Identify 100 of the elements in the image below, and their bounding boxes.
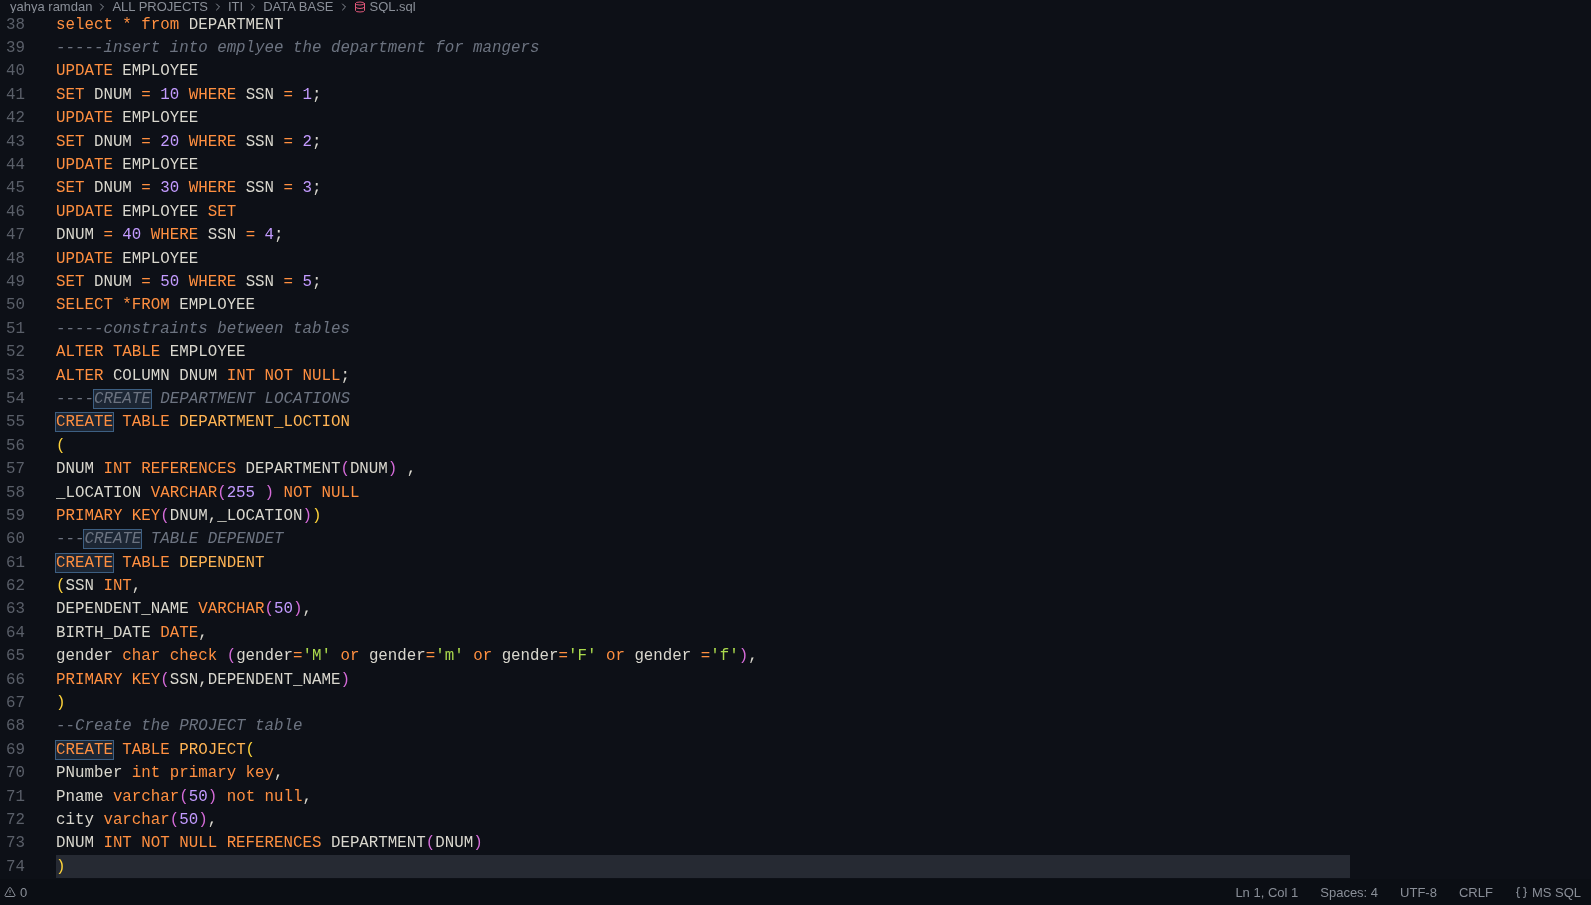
code-token: 255 [226,483,257,502]
code-token: gender [236,647,293,666]
match-highlight: CREATE [56,413,113,432]
language-mode[interactable]: MS SQL [1531,884,1581,900]
match-highlight: CREATE [56,740,113,759]
code-token: ) [302,506,312,525]
line-number: 54 [5,389,26,408]
status-item[interactable]: CRLF [1458,884,1493,900]
code-token: ( [425,834,436,853]
code-token: ; [312,132,322,151]
code-token: = [425,647,436,666]
code-token: UPDATE [56,249,113,268]
code-token: , [302,787,312,806]
code-token: SSN [206,226,238,245]
code-token: ) [56,857,66,876]
code-token: ALTER TABLE [56,343,161,362]
line-number: 70 [5,764,26,783]
code-token: SSN [244,179,276,198]
code-token: --Create the PROJECT table [56,717,303,736]
line-number: 64 [5,623,26,642]
code-token: SET [56,273,85,291]
line-number: 60 [5,530,26,549]
status-item[interactable]: Ln 1, Col 1 [1235,884,1299,900]
code-token: EMPLOYEE [121,202,200,221]
status-item[interactable]: Spaces: 4 [1320,884,1379,900]
code-token: ; [340,366,350,385]
code-token: 5 [301,273,312,291]
code-token: INT REFERENCES [103,460,237,479]
breadcrumb-item[interactable]: yahya ramdan [10,0,93,13]
code-token: = [141,179,151,198]
code-token: 1 [301,85,312,104]
code-token: city [56,810,95,829]
code-token: 'M' [302,647,331,666]
code-token: , [131,577,142,596]
code-token: SSN,DEPENDENT_NAME [169,670,341,689]
code-token: VARCHAR [198,600,265,619]
line-number: 51 [5,319,26,338]
code-token: DNUM,_LOCATION [169,506,303,525]
code-token: 'f' [710,647,739,666]
code-token: ) [738,647,749,666]
breadcrumb-item[interactable]: ITI [228,0,244,13]
code-token: EMPLOYEE [121,249,199,268]
code-token: EMPLOYEE [121,156,199,175]
code-token: SSN [244,132,276,151]
code-token: 4 [263,226,275,245]
code-token: or [339,647,361,666]
code-token: DEPARTMENT LOCATIONS [159,389,350,408]
code-token: ---- [56,389,94,408]
line-number: 38 [5,15,26,34]
breadcrumb-item[interactable]: DATA BASE [263,0,334,13]
code-token: TABLE [121,740,171,759]
code-token: DEPARTMENT [244,460,341,479]
code-token: DNUM [56,226,95,245]
code-token: , [748,647,758,666]
code-token: SSN [65,577,95,596]
code-token: INT [103,577,132,596]
code-token: -----insert into emplyee the department for mangers [56,39,540,58]
code-token: WHERE [188,85,237,104]
code-token: PRIMARY KEY [56,506,161,525]
code-token: ) [56,694,66,712]
code-token: WHERE [188,132,237,151]
problems-indicator[interactable]: 0 [4,884,28,900]
code-token: ; [274,226,284,245]
code-token: SET [207,202,237,221]
line-number: 39 [5,39,26,58]
code-token: UPDATE [56,156,113,175]
code-token: , [302,600,312,619]
code-token: COLUMN DNUM [111,366,219,385]
code-token: EMPLOYEE [121,109,199,128]
status-item[interactable]: UTF-8 [1400,884,1437,900]
breadcrumb-item[interactable]: SQL.sql [369,0,416,13]
code-token: = [141,85,151,104]
code-token: varchar [103,810,170,829]
line-number: 69 [5,740,26,759]
code-token: = [283,273,294,291]
line-number: 45 [5,179,26,198]
line-number: 57 [5,460,26,479]
code-token: ( [56,436,66,455]
code-token: UPDATE [56,62,113,81]
line-number: 53 [5,366,26,385]
line-number: 66 [5,670,26,689]
line-number: 47 [5,226,26,245]
code-token: TABLE [121,553,171,572]
code-token: = [245,226,256,245]
code-token: NOT NULL [282,483,360,502]
line-number: 72 [5,810,26,829]
line-number: 59 [5,506,26,525]
code-token: DNUM [56,460,95,479]
code-token: ( [56,577,66,596]
code-token: ( [160,670,170,689]
code-token: , [207,810,218,829]
line-number: 73 [5,834,26,853]
code-token: DNUM [56,834,95,853]
line-number: 52 [5,343,26,362]
code-token: gender [501,647,559,666]
code-token: = [293,647,303,666]
breadcrumb-item[interactable]: ALL PROJECTS [112,0,208,13]
code-token: TABLE [121,413,171,432]
code-token: _LOCATION [56,483,143,502]
code-token: ) [207,787,218,806]
